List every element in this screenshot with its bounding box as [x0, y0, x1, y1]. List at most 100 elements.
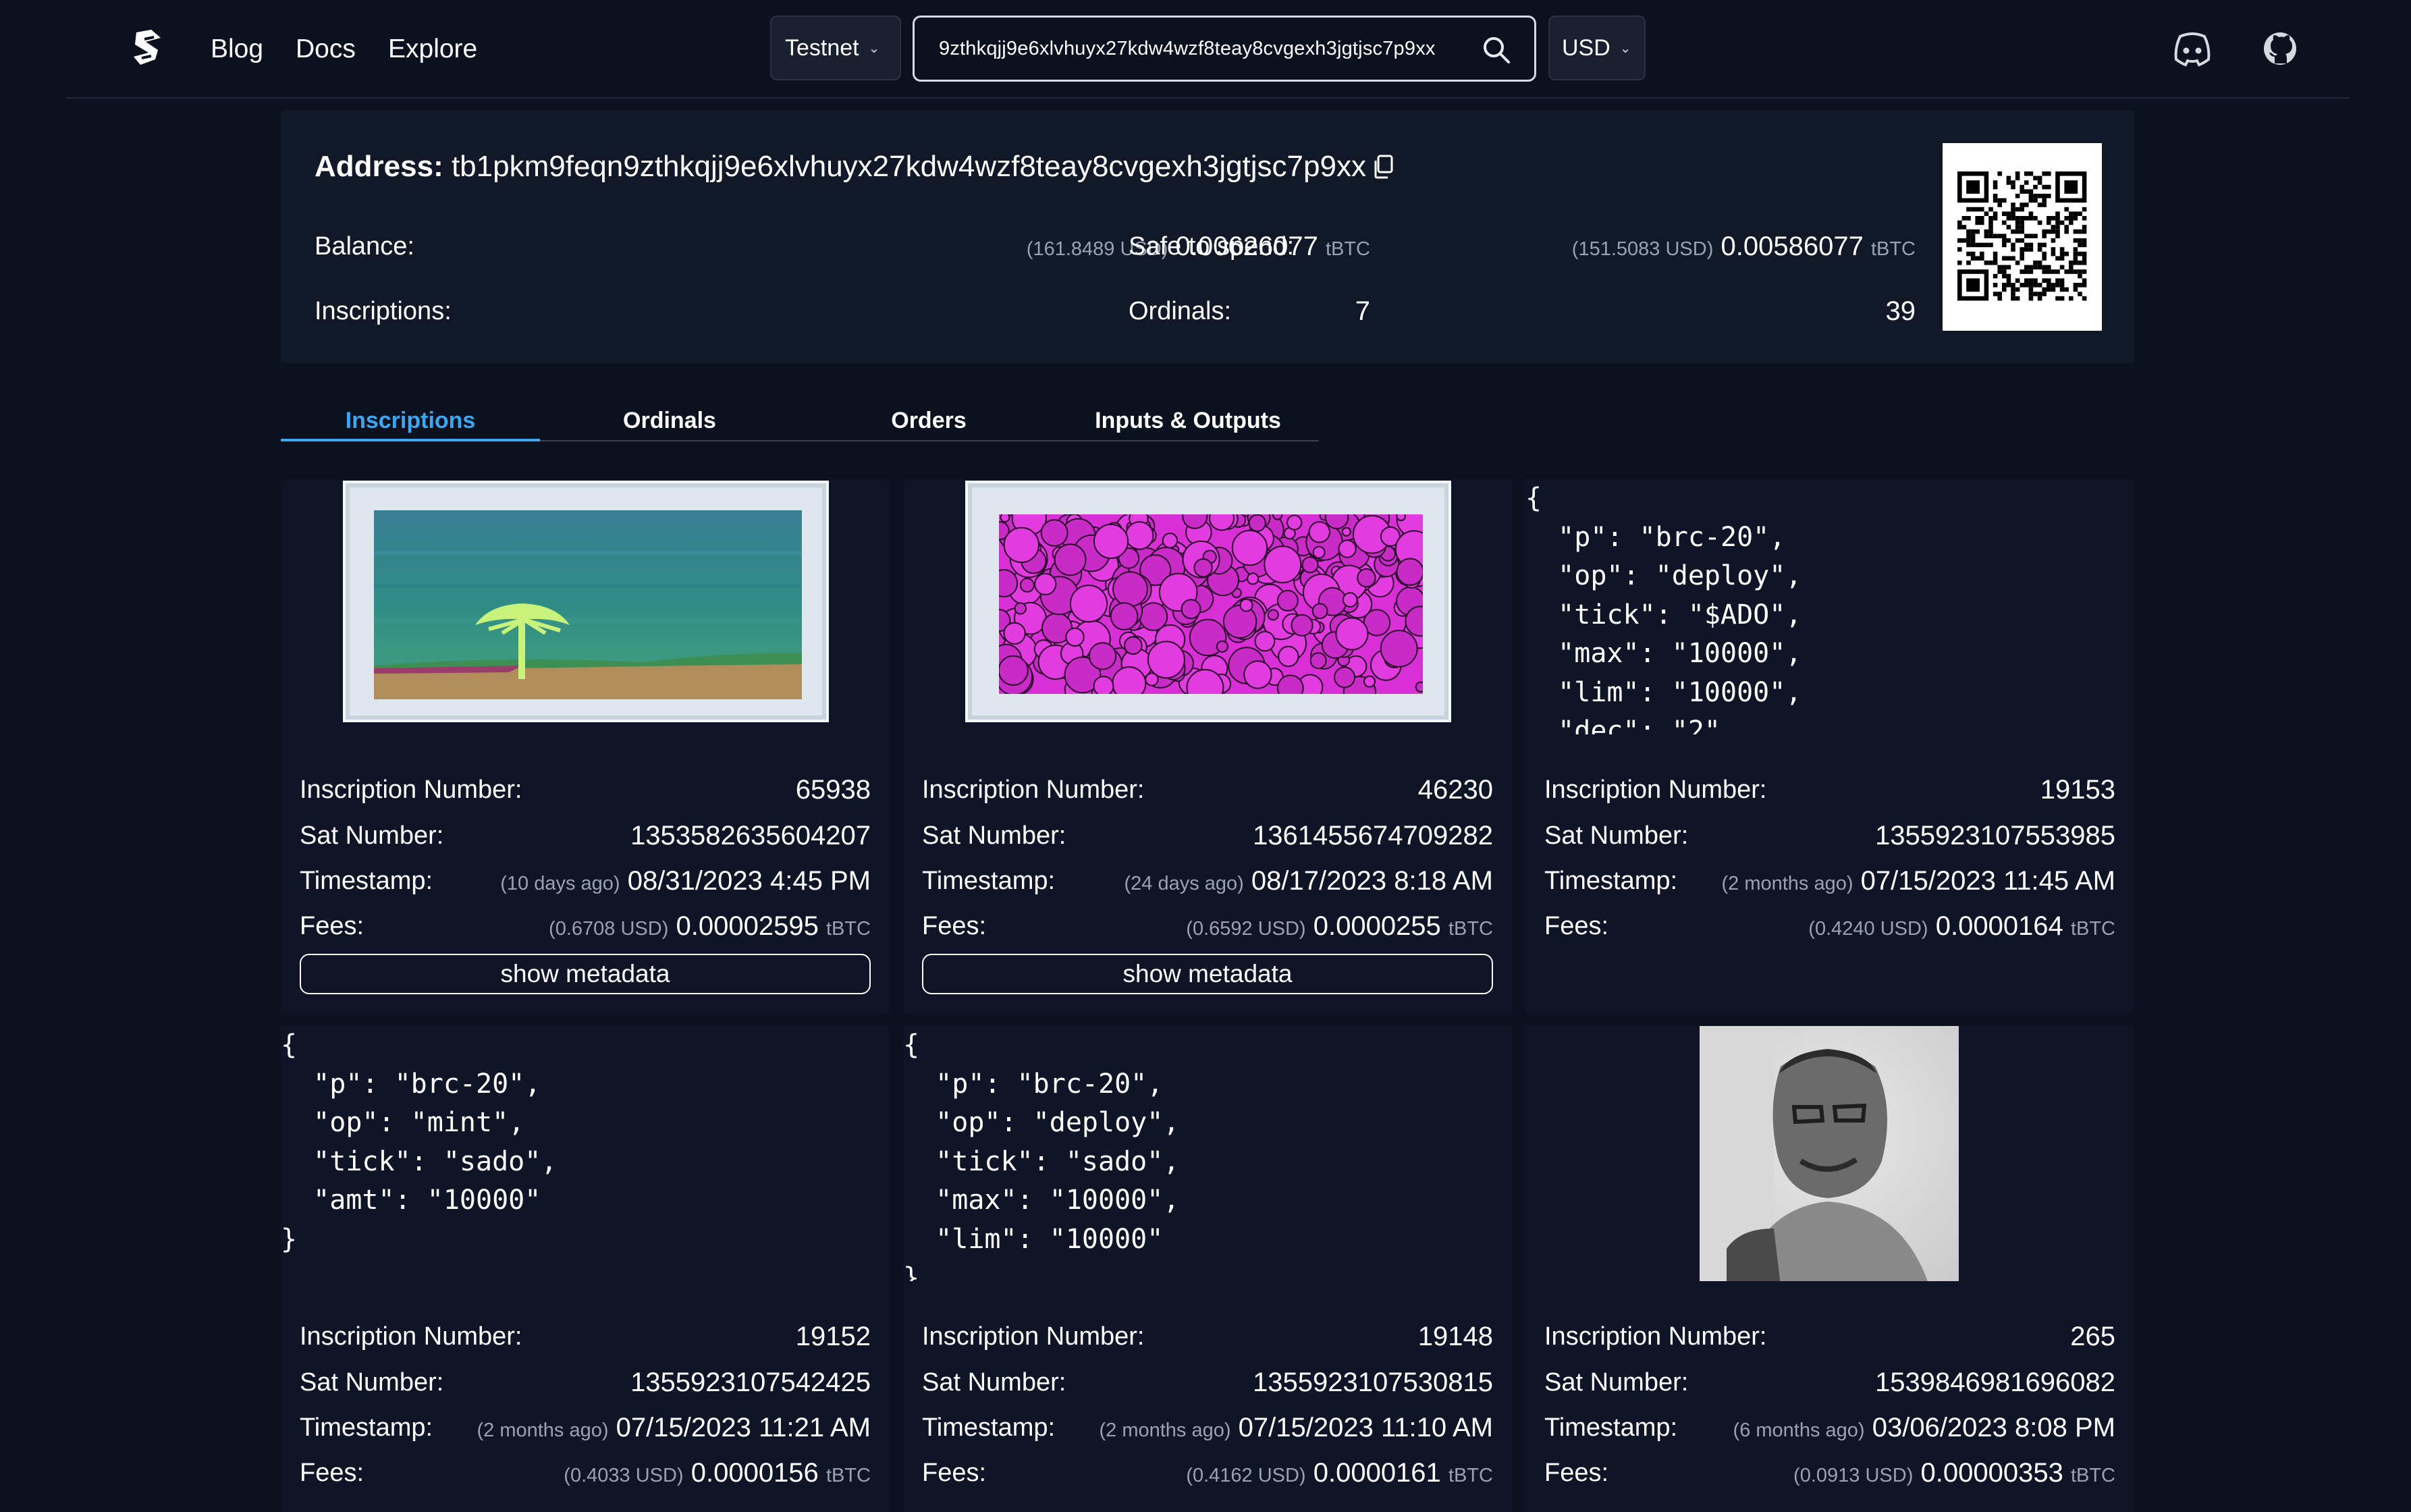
github-icon[interactable]	[2261, 30, 2299, 68]
balance-unit: tBTC	[1325, 238, 1370, 260]
fees-value: (0.4240 USD) 0.0000164 tBTC	[1808, 911, 2115, 944]
currency-select[interactable]: USD ⌄	[1548, 16, 1646, 80]
fees-label: Fees:	[1544, 1459, 1609, 1487]
discord-icon[interactable]	[2172, 30, 2213, 68]
nav-link-blog[interactable]: Blog	[211, 34, 263, 65]
fees-amount: 0.0000164	[1935, 911, 2063, 941]
copy-icon[interactable]	[1373, 155, 1394, 179]
fees-unit: tBTC	[2070, 918, 2115, 940]
tab-inputs-outputs[interactable]: Inputs & Outputs	[1058, 401, 1318, 441]
inscription-media[interactable]	[281, 479, 890, 734]
timestamp-ago: (2 months ago)	[477, 1420, 609, 1441]
timestamp-date: 07/15/2023 11:45 AM	[1860, 866, 2115, 896]
inscription-media[interactable]: { "p": "brc-20", "op": "mint", "tick": "…	[281, 1026, 890, 1281]
inscription-number-value: 19148	[1417, 1322, 1493, 1351]
inscription-card[interactable]: { "p": "brc-20", "op": "deploy", "tick":…	[1525, 479, 2134, 1013]
inscription-media[interactable]	[1525, 1026, 2134, 1281]
inscription-media[interactable]	[903, 479, 1512, 734]
chevron-down-icon: ⌄	[868, 40, 880, 56]
fees-unit: tBTC	[2070, 1465, 2115, 1486]
timestamp-ago: (10 days ago)	[500, 873, 620, 894]
fees-amount: 0.0000161	[1313, 1458, 1441, 1488]
search-icon[interactable]	[1482, 35, 1511, 65]
tab-orders[interactable]: Orders	[799, 401, 1058, 441]
sat-number-label: Sat Number:	[300, 821, 444, 850]
sat-number-label: Sat Number:	[1544, 821, 1689, 850]
tab-inscriptions[interactable]: Inscriptions	[281, 401, 540, 441]
qr-code	[1943, 143, 2102, 331]
inscription-card[interactable]: { "p": "brc-20", "op": "deploy", "tick":…	[903, 1026, 1512, 1512]
timestamp-label: Timestamp:	[1544, 867, 1678, 895]
inscription-card[interactable]: Inscription Number: 65938 Sat Number: 13…	[281, 479, 890, 1013]
inscription-image-bubbles	[965, 481, 1451, 722]
inscription-number-label: Inscription Number:	[300, 776, 522, 804]
timestamp-date: 07/15/2023 11:10 AM	[1238, 1413, 1493, 1442]
inscription-media[interactable]: { "p": "brc-20", "op": "deploy", "tick":…	[903, 1026, 1512, 1281]
fees-label: Fees:	[1544, 912, 1609, 940]
sat-number-value: 1355923107542425	[630, 1368, 871, 1397]
inscription-number-value: 265	[2070, 1322, 2115, 1351]
inscription-card[interactable]: Inscription Number: 265 Sat Number: 1539…	[1525, 1026, 2134, 1512]
fees-value: (0.0913 USD) 0.00000353 tBTC	[1793, 1457, 2115, 1491]
timestamp-date: 07/15/2023 11:21 AM	[616, 1413, 871, 1442]
search-input[interactable]: 9zthkqjj9e6xlvhuyx27kdw4wzf8teay8cvgexh3…	[913, 16, 1536, 82]
timestamp-value: (2 months ago) 07/15/2023 11:21 AM	[477, 1412, 871, 1446]
safe-to-spend-label: Safe to spend:	[1129, 232, 1295, 261]
tab-ordinals[interactable]: Ordinals	[540, 401, 799, 441]
fees-value: (0.4162 USD) 0.0000161 tBTC	[1186, 1457, 1493, 1491]
inscription-card[interactable]: { "p": "brc-20", "op": "mint", "tick": "…	[281, 1026, 890, 1512]
logo-icon[interactable]	[128, 27, 167, 70]
fees-unit: tBTC	[1448, 918, 1493, 940]
timestamp-label: Timestamp:	[300, 1413, 433, 1442]
network-select-value: Testnet	[785, 34, 859, 61]
show-metadata-button[interactable]: show metadata	[922, 954, 1493, 994]
inscription-image-portrait	[1700, 1026, 1959, 1281]
inscription-json: { "p": "brc-20", "op": "deploy", "tick":…	[1525, 483, 1802, 734]
timestamp-date: 08/31/2023 4:45 PM	[627, 866, 871, 896]
sat-number-value: 1361455674709282	[1253, 821, 1493, 850]
timestamp-date: 08/17/2023 8:18 AM	[1251, 866, 1493, 896]
ordinals-count-value: 39	[1885, 296, 1916, 326]
nav-link-docs[interactable]: Docs	[296, 34, 356, 65]
show-metadata-button[interactable]: show metadata	[300, 954, 871, 994]
timestamp-label: Timestamp:	[300, 867, 433, 895]
inscriptions-count-label: Inscriptions:	[315, 297, 452, 325]
fees-label: Fees:	[922, 912, 987, 940]
inscription-number-value: 46230	[1417, 775, 1493, 805]
ordinals-count-label: Ordinals:	[1129, 297, 1232, 325]
sat-number-value: 1353582635604207	[630, 821, 871, 850]
inscription-number-label: Inscription Number:	[1544, 1322, 1767, 1351]
search-input-value: 9zthkqjj9e6xlvhuyx27kdw4wzf8teay8cvgexh3…	[939, 37, 1436, 59]
inscription-card[interactable]: Inscription Number: 46230 Sat Number: 13…	[903, 479, 1512, 1013]
header-divider	[66, 97, 2350, 99]
sat-number-label: Sat Number:	[922, 821, 1066, 850]
timestamp-label: Timestamp:	[922, 1413, 1056, 1442]
fees-value: (0.6592 USD) 0.0000255 tBTC	[1186, 911, 1493, 944]
fees-fiat: (0.4033 USD)	[564, 1465, 684, 1486]
tab-bar: Inscriptions Ordinals Orders Inputs & Ou…	[281, 401, 1319, 441]
inscription-number-label: Inscription Number:	[922, 776, 1145, 804]
sat-number-label: Sat Number:	[922, 1368, 1066, 1397]
chevron-down-icon: ⌄	[1619, 40, 1631, 56]
sat-number-value: 1539846981696082	[1875, 1368, 2115, 1397]
timestamp-label: Timestamp:	[922, 867, 1056, 895]
inscription-number-label: Inscription Number:	[922, 1322, 1145, 1351]
fees-amount: 0.0000156	[690, 1458, 819, 1488]
safe-to-spend-value: (151.5083 USD) 0.00586077 tBTC	[1572, 231, 1916, 265]
fees-fiat: (0.6708 USD)	[549, 918, 669, 940]
fees-fiat: (0.0913 USD)	[1793, 1465, 1914, 1486]
timestamp-value: (6 months ago) 03/06/2023 8:08 PM	[1733, 1412, 2115, 1446]
address-value[interactable]: tb1pkm9feqn9zthkqjj9e6xlvhuyx27kdw4wzf8t…	[452, 150, 1366, 183]
network-select[interactable]: Testnet ⌄	[770, 16, 901, 80]
inscription-json: { "p": "brc-20", "op": "mint", "tick": "…	[281, 1029, 558, 1255]
fees-label: Fees:	[922, 1459, 987, 1487]
address-label: Address:	[315, 150, 443, 183]
sat-number-value: 1355923107553985	[1875, 821, 2115, 850]
timestamp-ago: (2 months ago)	[1721, 873, 1853, 894]
fees-unit: tBTC	[1448, 1465, 1493, 1486]
nav-link-explore[interactable]: Explore	[388, 34, 477, 65]
timestamp-label: Timestamp:	[1544, 1413, 1678, 1442]
address-line: Address: tb1pkm9feqn9zthkqjj9e6xlvhuyx27…	[315, 148, 1394, 185]
timestamp-value: (24 days ago) 08/17/2023 8:18 AM	[1124, 865, 1493, 899]
inscription-media[interactable]: { "p": "brc-20", "op": "deploy", "tick":…	[1525, 479, 2134, 734]
